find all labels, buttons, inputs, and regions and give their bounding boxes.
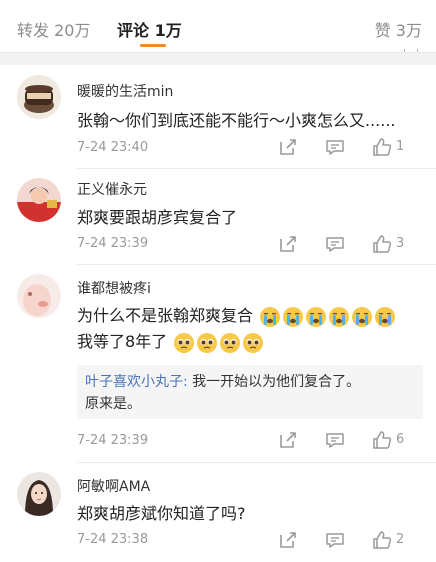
comment-time: 7-24 23:38 (77, 532, 149, 547)
like-button[interactable]: 2 (372, 530, 432, 552)
comment-text-line1: 为什么不是张翰郑爽复合 (77, 302, 396, 328)
comment-username[interactable]: 阿敏啊AMA (77, 476, 150, 496)
comment-actions: 6 (276, 430, 436, 452)
comment-time: 7-24 23:39 (77, 236, 149, 251)
comment-username[interactable]: 谁都想被疼i (77, 278, 151, 298)
comment-username[interactable]: 暖暖的生活min (77, 81, 173, 101)
comment-item: 阿敏啊AMA 郑爽胡彦斌你知道了吗? 7-24 23:38 2 (0, 462, 436, 562)
crying-face-icon (283, 306, 304, 327)
reply-username[interactable]: 叶子喜欢小丸子: (85, 374, 188, 390)
tab-repost[interactable]: 转发 20万 (17, 17, 90, 41)
crying-face-icon (352, 306, 373, 327)
thumbs-up-icon (373, 138, 392, 156)
pleading-face-icon (243, 332, 264, 353)
comment-text: 郑爽胡彦斌你知道了吗? (77, 504, 246, 523)
reply-text-continued: 原来是。 (85, 396, 141, 412)
like-button[interactable]: 6 (372, 430, 432, 452)
comment-username[interactable]: 正义催永元 (77, 179, 147, 199)
comment-time: 7-24 23:40 (77, 140, 149, 155)
thumbs-up-icon (373, 531, 392, 549)
avatar[interactable] (17, 178, 61, 222)
pleading-face-icon (174, 332, 195, 353)
comment-text-line2: 我等了8年了 (77, 328, 264, 354)
comment-actions: 2 (276, 530, 436, 552)
comment-actions: 1 (276, 137, 436, 159)
reply-text: 我一开始以为他们复合了。 (187, 374, 361, 390)
like-button[interactable]: 3 (372, 234, 432, 256)
comment-item: 谁都想被疼i 为什么不是张翰郑爽复合 我等了8年了 叶子喜欢小丸子: 我一开始以… (0, 264, 436, 463)
crying-face-icon (260, 306, 281, 327)
avatar[interactable] (17, 274, 61, 318)
tab-like[interactable]: 赞 3万 (375, 17, 422, 41)
comment-actions: 3 (276, 234, 436, 256)
comment-time: 7-24 23:39 (77, 433, 149, 448)
comment-text: 张翰～你们到底还能不能行～小爽怎么又...... (77, 111, 396, 130)
like-count: 2 (396, 532, 405, 547)
section-gap (0, 53, 436, 65)
like-count: 3 (396, 236, 405, 251)
active-tab-indicator (140, 44, 166, 47)
comment-text: 郑爽要跟胡彦宾复合了 (77, 208, 238, 227)
avatar[interactable] (17, 75, 61, 119)
comment-text: 为什么不是张翰郑爽复合 (77, 306, 254, 325)
avatar[interactable] (17, 472, 61, 516)
tab-comment[interactable]: 评论 1万 (117, 17, 182, 41)
like-count: 6 (396, 432, 405, 447)
crying-face-icon (375, 306, 396, 327)
like-count: 1 (396, 139, 405, 154)
crying-face-icon (306, 306, 327, 327)
thumbs-up-icon (373, 235, 392, 253)
crying-face-icon (329, 306, 350, 327)
comment-item: 暖暖的生活min 张翰～你们到底还能不能行～小爽怎么又...... 7-24 2… (0, 65, 436, 169)
thumbs-up-icon (373, 431, 392, 449)
pleading-face-icon (220, 332, 241, 353)
comment-tabs: 转发 20万 评论 1万 赞 3万 (0, 0, 436, 54)
pleading-face-icon (197, 332, 218, 353)
reply-preview[interactable]: 叶子喜欢小丸子: 我一开始以为他们复合了。 原来是。 (77, 365, 423, 419)
like-button[interactable]: 1 (372, 137, 432, 159)
comment-text: 我等了8年了 (77, 332, 168, 351)
comment-item: 正义催永元 郑爽要跟胡彦宾复合了 7-24 23:39 3 (0, 168, 436, 265)
